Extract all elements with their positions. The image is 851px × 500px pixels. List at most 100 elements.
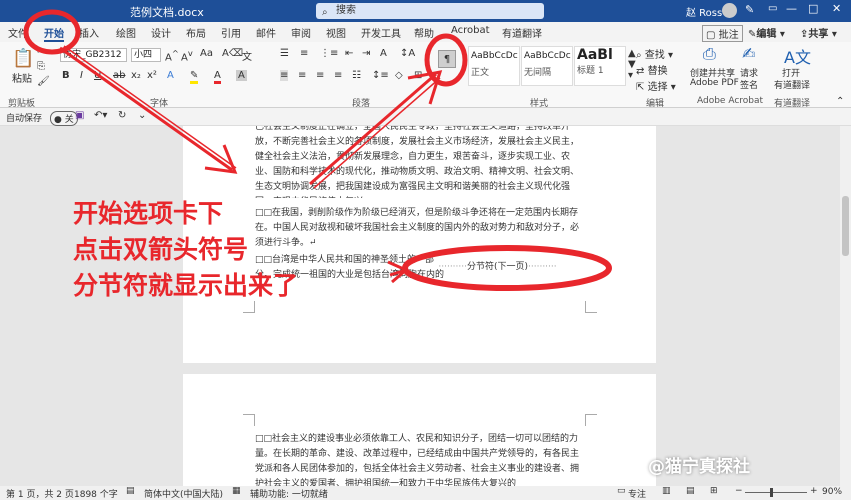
autosave-toggle[interactable]: ● 关: [50, 111, 78, 126]
request-sign-label-2[interactable]: 签名: [740, 78, 758, 91]
tab-developer[interactable]: 开发工具: [361, 25, 401, 40]
multilevel-icon[interactable]: ⋮≡: [320, 48, 338, 59]
tab-help[interactable]: 帮助: [414, 25, 434, 40]
char-shading-icon[interactable]: A: [236, 70, 247, 81]
language[interactable]: 简体中文(中国大陆): [144, 487, 223, 500]
paste-icon[interactable]: 📋: [12, 48, 34, 69]
focus-button[interactable]: 专注: [628, 487, 646, 500]
style-heading-1[interactable]: AaBl 标题 1: [574, 46, 626, 86]
font-color-icon[interactable]: A: [214, 70, 221, 84]
tab-home[interactable]: 开始: [44, 25, 64, 42]
restore-button[interactable]: □: [808, 2, 818, 15]
numbering-icon[interactable]: ≡: [300, 48, 308, 59]
select-button[interactable]: ⇱ 选择 ▾: [636, 78, 676, 93]
customize-qat-icon[interactable]: ⌄: [138, 110, 146, 121]
scrollbar-thumb[interactable]: [842, 196, 849, 256]
accessibility-status[interactable]: 辅助功能: 一切就绪: [250, 487, 328, 500]
style-normal[interactable]: AaBbCcDc 正文: [468, 46, 520, 86]
increase-indent-icon[interactable]: ⇥: [362, 48, 370, 59]
paragraph-2[interactable]: □□在我国，剥削阶级作为阶级已经消灭，但是阶级斗争还将在一定范围内长期存在。中国…: [255, 206, 585, 251]
font-case-icon[interactable]: Aa: [200, 48, 213, 59]
collapse-ribbon-icon[interactable]: ⌃: [836, 96, 844, 107]
tab-layout[interactable]: 布局: [186, 25, 206, 40]
grow-font-icon[interactable]: A^: [165, 48, 179, 63]
create-pdf-icon[interactable]: ⎙: [703, 44, 716, 64]
align-left-icon[interactable]: ≡: [280, 70, 289, 81]
paste-button[interactable]: 粘贴: [12, 70, 32, 85]
distribute-icon[interactable]: ☷: [352, 70, 361, 81]
request-sign-icon[interactable]: ✍: [742, 44, 755, 63]
tab-insert[interactable]: 插入: [79, 25, 99, 40]
styles-scroll-icon[interactable]: ▲ ▼ ▾: [628, 48, 636, 81]
ribbon-display-icon[interactable]: ▭: [768, 3, 777, 14]
superscript-icon[interactable]: x²: [147, 70, 157, 81]
undo-icon[interactable]: ↶▾: [94, 110, 107, 121]
replace-button[interactable]: ⇄ 替换: [636, 62, 668, 77]
save-icon[interactable]: ▣: [75, 110, 84, 121]
justify-icon[interactable]: ≡: [334, 70, 342, 81]
close-button[interactable]: ✕: [832, 2, 841, 15]
font-size-select[interactable]: 小四: [131, 48, 161, 62]
focus-icon[interactable]: ▭: [617, 486, 626, 496]
zoom-slider-thumb[interactable]: [770, 488, 773, 497]
decrease-indent-icon[interactable]: ⇤: [345, 48, 353, 59]
tab-references[interactable]: 引用: [221, 25, 241, 40]
user-name[interactable]: 赵 Ross: [686, 4, 722, 19]
print-layout-icon[interactable]: ▤: [686, 486, 695, 496]
cut-icon[interactable]: ✂: [37, 46, 45, 57]
tab-view[interactable]: 视图: [326, 25, 346, 40]
pen-icon[interactable]: ✎: [745, 3, 754, 16]
chinese-layout-icon[interactable]: A: [380, 48, 387, 59]
style-no-spacing[interactable]: AaBbCcDc 无间隔: [521, 46, 573, 86]
tab-draw[interactable]: 绘图: [116, 25, 136, 40]
tab-review[interactable]: 审阅: [291, 25, 311, 40]
font-name-select[interactable]: 仿宋_GB2312: [60, 48, 127, 62]
sort-icon[interactable]: ↕A: [400, 48, 415, 59]
search-box[interactable]: ⌕ 搜索: [316, 3, 544, 19]
word-count[interactable]: 1898 个字: [74, 487, 118, 500]
tab-youdao[interactable]: 有道翻译: [502, 25, 542, 40]
align-center-icon[interactable]: ≡: [298, 70, 306, 81]
text-effects-icon[interactable]: A: [167, 70, 174, 81]
translate-icon[interactable]: A文: [784, 44, 811, 68]
bullets-icon[interactable]: ☰: [280, 48, 289, 59]
italic-button[interactable]: I: [80, 70, 83, 81]
redo-icon[interactable]: ↻: [118, 110, 126, 121]
web-layout-icon[interactable]: ⊞: [710, 486, 718, 496]
subscript-icon[interactable]: x₂: [131, 70, 141, 81]
read-mode-icon[interactable]: ▥: [662, 486, 671, 496]
highlight-icon[interactable]: ✎: [190, 70, 199, 84]
create-pdf-label-2[interactable]: Adobe PDF: [690, 78, 739, 88]
copy-icon[interactable]: ⎘: [37, 61, 45, 72]
zoom-level[interactable]: 90%: [822, 487, 842, 497]
share-button[interactable]: ⇪共享 ▾: [800, 25, 837, 40]
line-spacing-icon[interactable]: ↕≡: [372, 70, 389, 81]
tab-acrobat[interactable]: Acrobat: [451, 25, 490, 36]
section-break[interactable]: ··········分节符(下一页)··········: [415, 259, 580, 272]
zoom-slider[interactable]: [745, 492, 807, 493]
zoom-out-icon[interactable]: −: [735, 486, 743, 496]
tab-design[interactable]: 设计: [151, 25, 171, 40]
bold-button[interactable]: B: [62, 70, 70, 81]
macro-icon[interactable]: ▦: [232, 486, 241, 496]
minimize-button[interactable]: —: [786, 2, 797, 15]
open-youdao-label-2[interactable]: 有道翻译: [774, 78, 810, 91]
tab-mailings[interactable]: 邮件: [256, 25, 276, 40]
shrink-font-icon[interactable]: Av: [181, 48, 193, 63]
avatar[interactable]: [722, 3, 737, 18]
clear-format-icon[interactable]: A⌫: [222, 48, 243, 59]
shading-icon[interactable]: ◇: [395, 70, 403, 81]
find-button[interactable]: ⌕ 查找 ▾: [636, 46, 673, 61]
editing-mode-button[interactable]: ✎编辑 ▾: [748, 25, 785, 40]
zoom-in-icon[interactable]: +: [810, 486, 818, 496]
align-right-icon[interactable]: ≡: [316, 70, 324, 81]
show-hide-marks-button[interactable]: ¶: [438, 50, 456, 68]
paragraph-4[interactable]: □□社会主义的建设事业必须依靠工人、农民和知识分子，团结一切可以团结的力量。在长…: [255, 432, 585, 486]
strikethrough-icon[interactable]: ab: [113, 70, 125, 81]
paragraph-1[interactable]: 已社会主义制度正在确立，全国人民民主专政，坚持社会主义道路，坚持改革开放，不断完…: [255, 126, 585, 198]
page-count[interactable]: 第 1 页，共 2 页: [6, 487, 74, 500]
format-painter-icon[interactable]: 🖌: [37, 76, 50, 87]
comment-button[interactable]: ▢ 批注: [702, 25, 743, 42]
vertical-scrollbar[interactable]: [840, 126, 851, 486]
borders-icon[interactable]: ⊞: [414, 70, 422, 81]
